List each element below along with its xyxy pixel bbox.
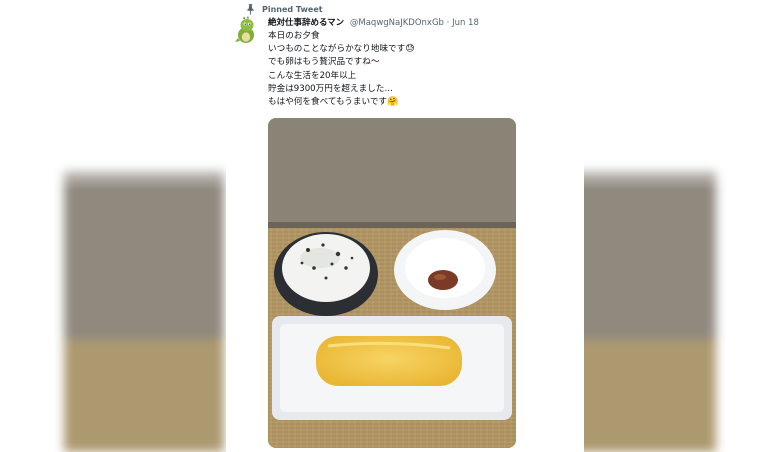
display-name[interactable]: 絶対仕事辞めるマン [268, 18, 344, 28]
tweet-line-3: でも卵はもう贅沢品ですね～ [268, 57, 380, 68]
tweet-line-6: もはや何を食べてもうまいです🤗 [268, 96, 568, 109]
rice-bowl-icon [274, 232, 378, 316]
user-handle[interactable]: @MaqwgNaJKDOnxGb [350, 18, 444, 28]
tweet-line-4: こんな生活を20年以上 [268, 70, 357, 81]
pin-icon [247, 3, 254, 15]
header-separator: · [446, 18, 450, 28]
dinner-photo-illustration [268, 118, 516, 448]
pinned-label: Pinned Tweet [262, 4, 323, 14]
tweet-line-1: 本日のお夕食 [268, 31, 320, 41]
tweet-line-5: 貯金は9300万円を超えました… [268, 83, 393, 94]
tweet-date[interactable]: Jun 18 [452, 18, 479, 28]
umeboshi-bowl-icon [394, 230, 496, 310]
tweet-line-6-text: もはや何を食べてもうまいです [268, 97, 388, 108]
wall [268, 118, 516, 228]
tweet-text: 本日のお夕食 いつものことながらかなり地味です😓 でも卵はもう贅沢品ですね～ こ… [268, 30, 568, 109]
blurred-background-left [64, 170, 224, 452]
sweat-emoji-icon: 😓 [405, 44, 415, 55]
tweet-line-2-text: いつものことながらかなり地味です [268, 44, 406, 55]
hugging-emoji-icon: 🤗 [387, 97, 399, 108]
tweet-photo[interactable] [268, 118, 516, 448]
tweet-header: 絶対仕事辞めるマン @MaqwgNaJKDOnxGb · Jun 18 [268, 16, 479, 28]
tweet-line-2: いつものことながらかなり地味です😓 [268, 43, 568, 56]
screenshot-stage: Pinned Tweet 絶対仕事辞めるマン @MaqwgNaJKDOnxGb … [0, 0, 780, 452]
dinosaur-avatar-icon[interactable] [234, 16, 258, 44]
tamagoyaki-plate-icon [272, 316, 512, 420]
pinned-indicator: Pinned Tweet [246, 2, 323, 16]
